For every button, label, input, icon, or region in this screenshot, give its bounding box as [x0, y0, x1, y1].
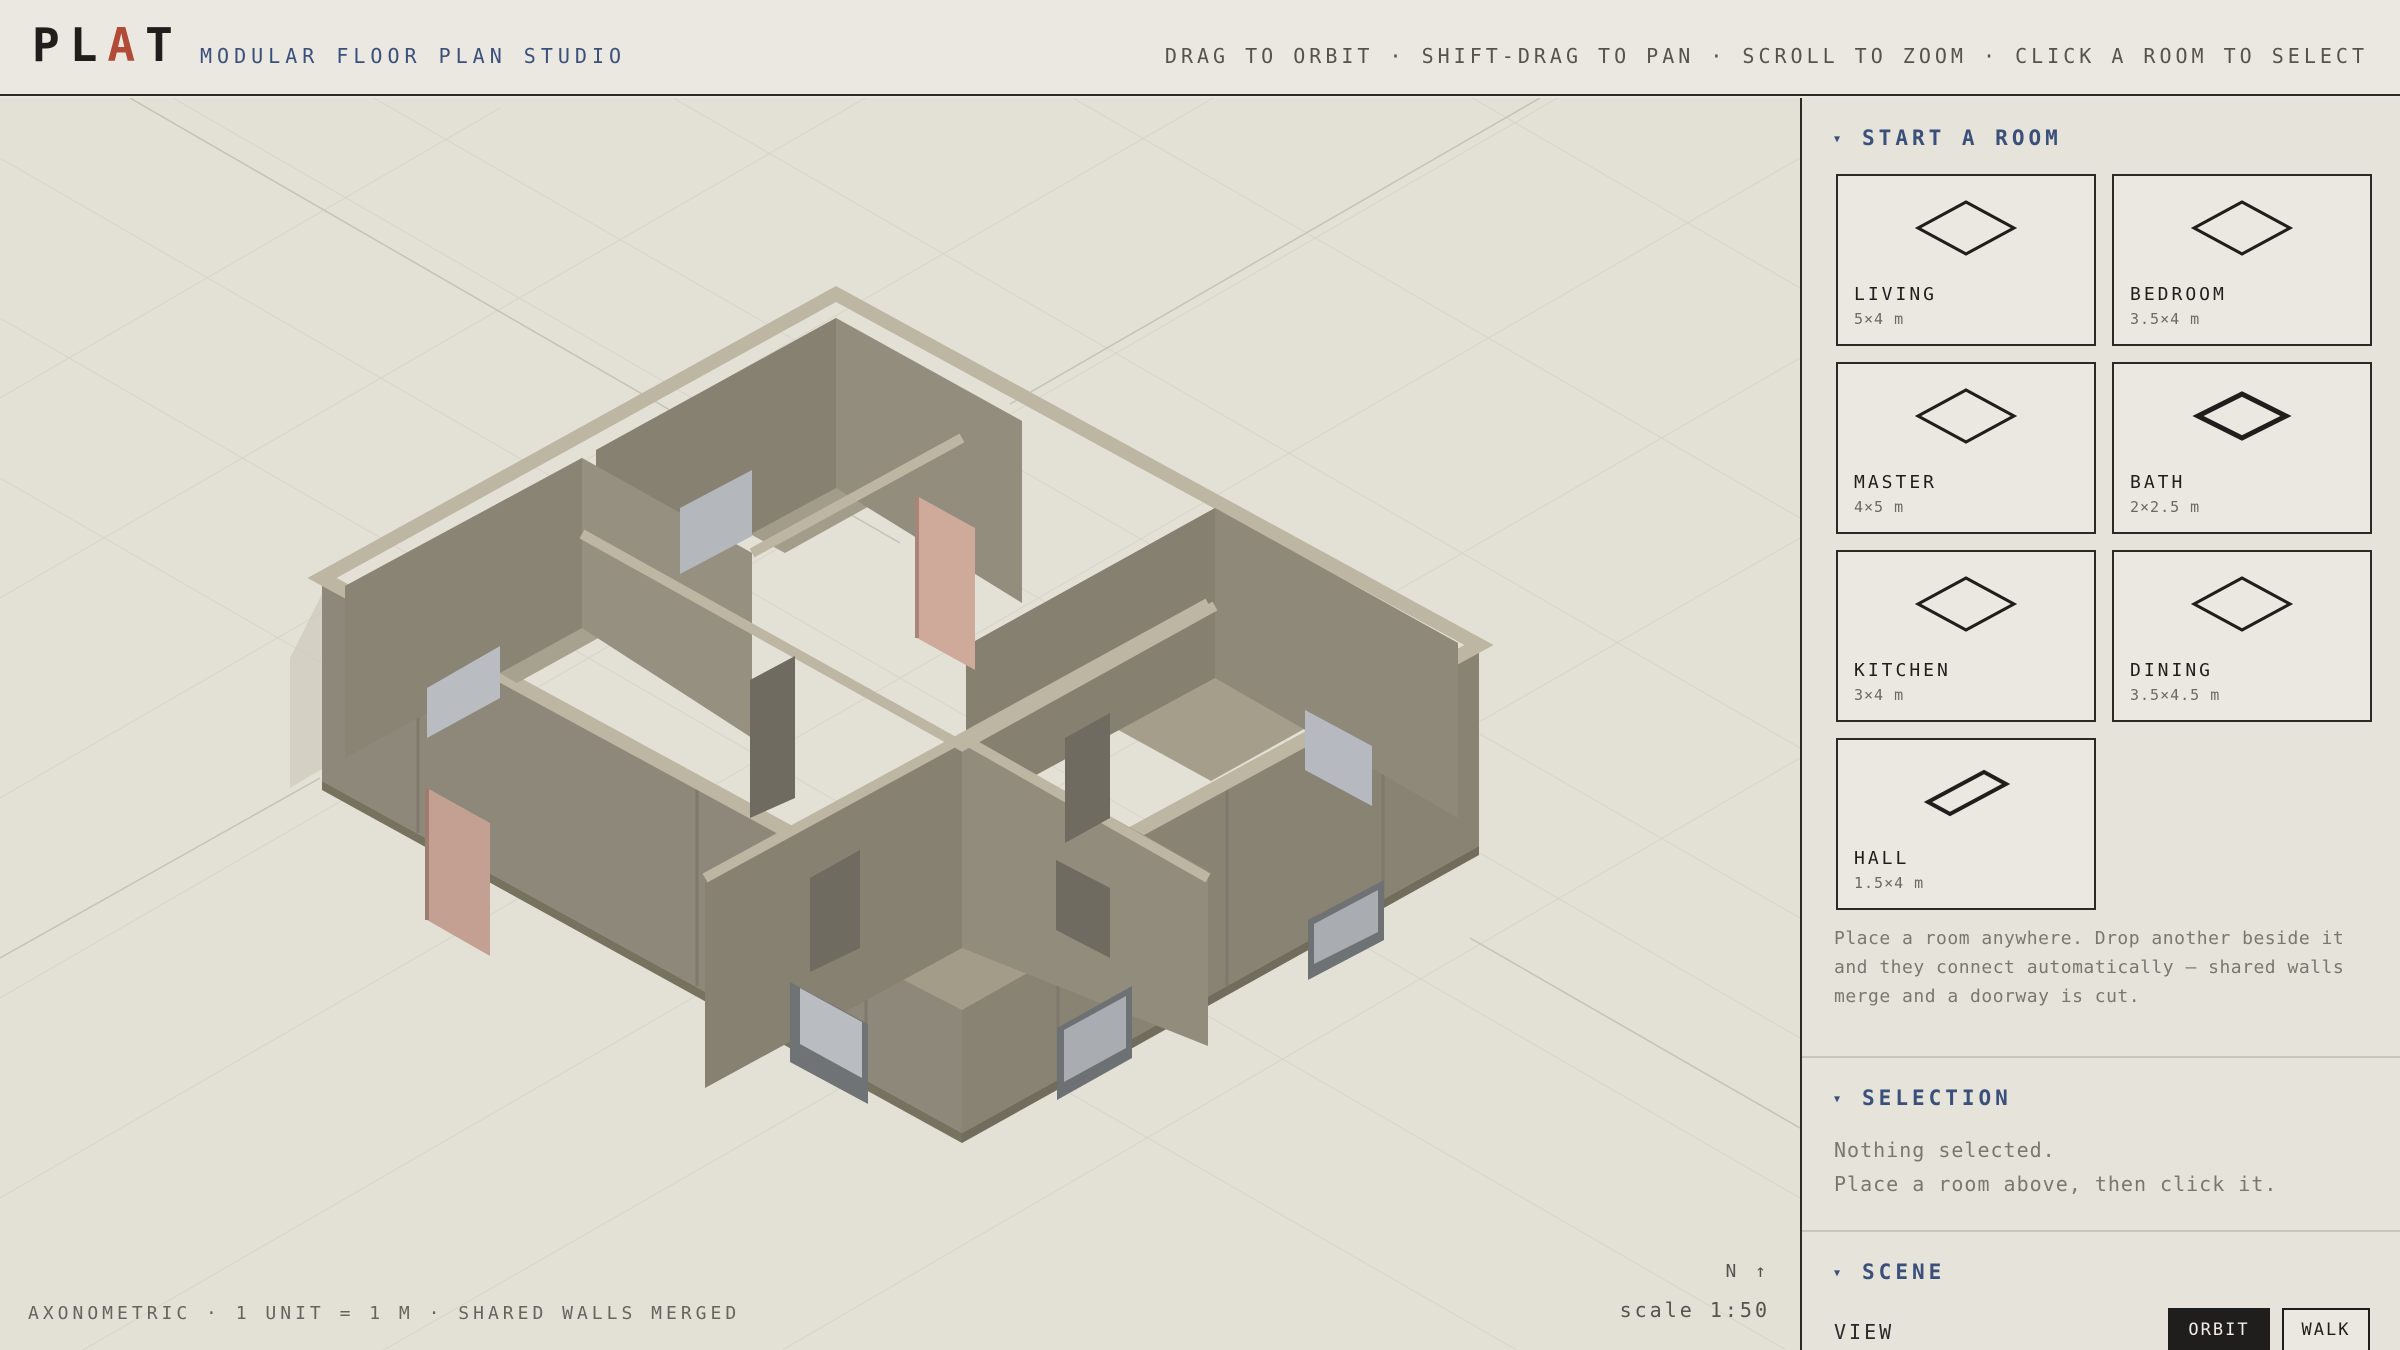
room-card-living[interactable]: LIVING 5×4 m — [1836, 174, 2096, 346]
room-card-dims: 4×5 m — [1854, 498, 1905, 516]
floor-plan-scene[interactable] — [0, 98, 1800, 1350]
room-card-dims: 3.5×4 m — [2130, 310, 2201, 328]
room-card-kitchen[interactable]: KITCHEN 3×4 m — [1836, 550, 2096, 722]
room-card-dining[interactable]: DINING 3.5×4.5 m — [2112, 550, 2372, 722]
selection-hint: Place a room above, then click it. — [1834, 1172, 2278, 1196]
room-card-dims: 5×4 m — [1854, 310, 1905, 328]
view-orbit-button[interactable]: ORBIT — [2168, 1308, 2270, 1350]
triangle-down-icon: ▼ — [1834, 1094, 1845, 1105]
room-card-bedroom[interactable]: BEDROOM 3.5×4 m — [2112, 174, 2372, 346]
floor-plan-diamond-icon — [1923, 769, 2011, 817]
3d-viewport[interactable]: AXONOMETRIC · 1 UNIT = 1 M · SHARED WALL… — [0, 98, 1800, 1350]
room-card-hall[interactable]: HALL 1.5×4 m — [1836, 738, 2096, 910]
room-card-name: BATH — [2130, 472, 2186, 493]
floor-plan-diamond-icon — [2190, 576, 2294, 632]
room-card-dims: 1.5×4 m — [1854, 874, 1925, 892]
north-arrow-icon: N ↑ — [1725, 1261, 1770, 1282]
controls-hint: DRAG TO ORBIT · SHIFT-DRAG TO PAN · SCRO… — [1164, 44, 2368, 68]
floor-plan-diamond-icon — [1914, 388, 2018, 444]
room-card-name: MASTER — [1854, 472, 1938, 493]
room-card-dims: 3×4 m — [1854, 686, 1905, 704]
scale-readout: scale 1:50 — [1619, 1298, 1770, 1322]
section-divider — [1802, 1056, 2400, 1058]
section-selection[interactable]: ▼ SELECTION — [1834, 1086, 2012, 1110]
room-card-name: KITCHEN — [1854, 660, 1951, 681]
triangle-down-icon: ▼ — [1834, 1268, 1845, 1279]
triangle-down-icon: ▼ — [1834, 134, 1845, 145]
room-card-dims: 2×2.5 m — [2130, 498, 2201, 516]
floor-plan-diamond-icon — [2190, 200, 2294, 256]
floor-plan-diamond-icon — [1914, 200, 2018, 256]
section-start-a-room[interactable]: ▼ START A ROOM — [1834, 126, 2062, 150]
app-header: PLAT MODULAR FLOOR PLAN STUDIO DRAG TO O… — [0, 0, 2400, 96]
app-subtitle: MODULAR FLOOR PLAN STUDIO — [200, 44, 627, 68]
view-walk-button[interactable]: WALK — [2282, 1308, 2370, 1350]
room-card-master[interactable]: MASTER 4×5 m — [1836, 362, 2096, 534]
start-room-help-text: Place a room anywhere. Drop another besi… — [1834, 928, 2345, 1007]
side-panel: ▼ START A ROOM LIVING 5×4 m BEDROOM 3.5×4… — [1800, 98, 2400, 1350]
floor-plan-diamond-icon — [2192, 391, 2292, 441]
room-card-name: HALL — [1854, 848, 1910, 869]
view-label: VIEW — [1834, 1320, 1895, 1344]
app-logo: PLAT — [32, 18, 183, 72]
section-divider — [1802, 1230, 2400, 1232]
selection-status: Nothing selected. — [1834, 1138, 2056, 1162]
room-card-name: DINING — [2130, 660, 2214, 681]
ground-grid — [0, 98, 1800, 1350]
room-card-bath[interactable]: BATH 2×2.5 m — [2112, 362, 2372, 534]
room-card-name: BEDROOM — [2130, 284, 2227, 305]
floor-plan-diamond-icon — [1914, 576, 2018, 632]
section-scene[interactable]: ▼ SCENE — [1834, 1260, 1945, 1284]
room-card-name: LIVING — [1854, 284, 1938, 305]
projection-note: AXONOMETRIC · 1 UNIT = 1 M · SHARED WALL… — [28, 1303, 741, 1324]
room-card-dims: 3.5×4.5 m — [2130, 686, 2221, 704]
